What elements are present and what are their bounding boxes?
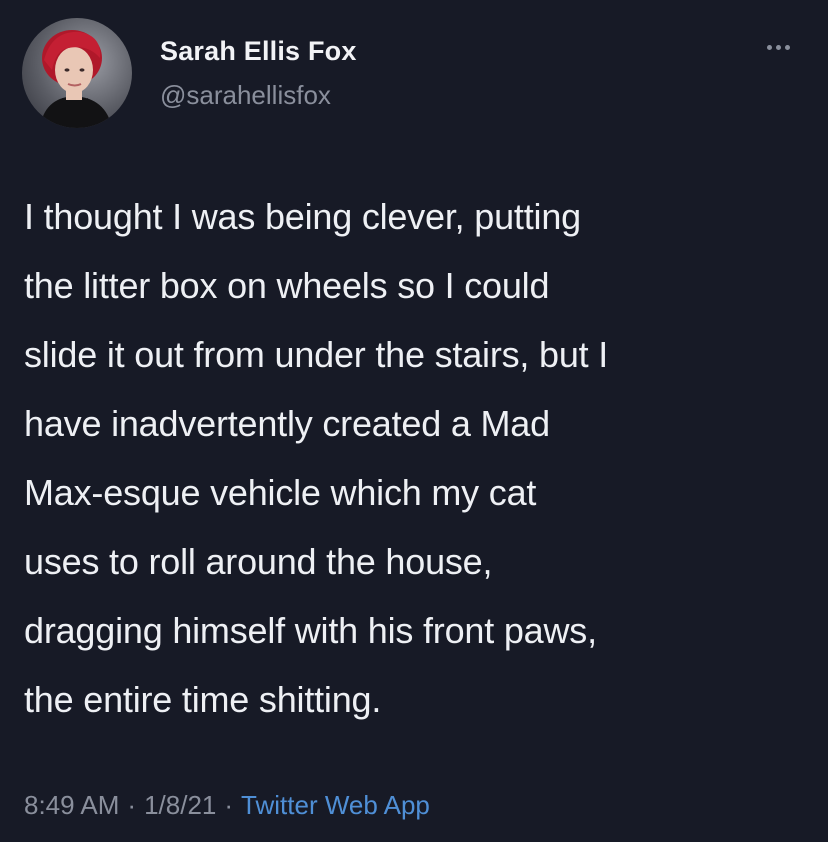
- user-handle[interactable]: @sarahellisfox: [160, 80, 331, 111]
- avatar[interactable]: [22, 18, 132, 128]
- more-dot: [766, 44, 772, 50]
- tweet-meta: 8:49 AM · 1/8/21 · Twitter Web App: [24, 790, 430, 821]
- more-horizontal-icon[interactable]: [758, 36, 798, 58]
- avatar-image: [40, 30, 112, 128]
- meta-separator: ·: [127, 790, 137, 820]
- tweet-date[interactable]: 1/8/21: [144, 790, 216, 820]
- display-name[interactable]: Sarah Ellis Fox: [160, 36, 357, 67]
- meta-separator: ·: [224, 790, 234, 820]
- more-dot: [775, 44, 781, 50]
- tweet-source-link[interactable]: Twitter Web App: [241, 790, 430, 820]
- tweet-time[interactable]: 8:49 AM: [24, 790, 119, 820]
- tweet-text: I thought I was being clever, putting th…: [24, 196, 609, 720]
- tweet-card: Sarah Ellis Fox @sarahellisfox I thought…: [0, 0, 828, 842]
- more-dot: [784, 44, 790, 50]
